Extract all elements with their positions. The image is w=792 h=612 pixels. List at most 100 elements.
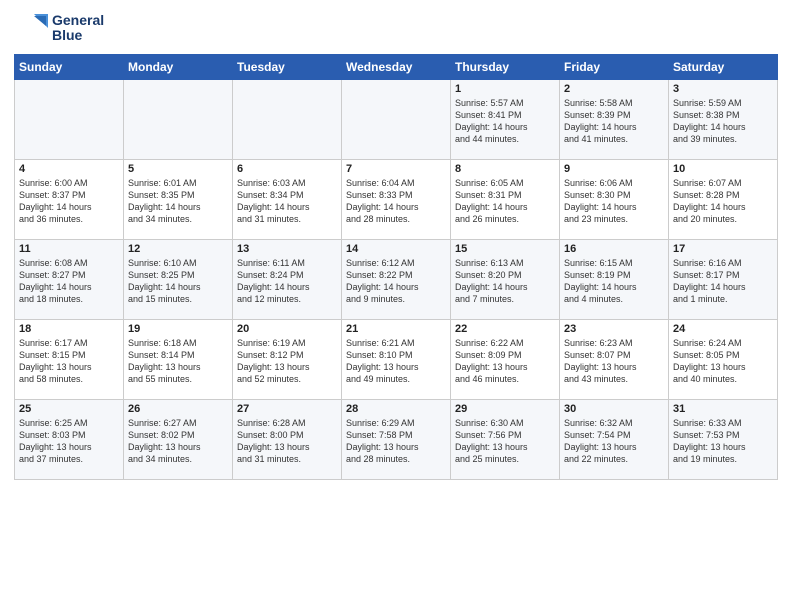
- calendar-cell: 19 Sunrise: 6:18 AM Sunset: 8:14 PM Dayli…: [124, 320, 233, 400]
- day-info: Sunrise: 6:01 AM Sunset: 8:35 PM Dayligh…: [128, 177, 228, 226]
- calendar-cell: 6 Sunrise: 6:03 AM Sunset: 8:34 PM Daylig…: [233, 160, 342, 240]
- day-number: 18: [19, 323, 119, 335]
- week-row-2: 4 Sunrise: 6:00 AM Sunset: 8:37 PM Daylig…: [15, 160, 778, 240]
- calendar-cell: 30 Sunrise: 6:32 AM Sunset: 7:54 PM Dayli…: [560, 400, 669, 480]
- day-info: Sunrise: 5:58 AM Sunset: 8:39 PM Dayligh…: [564, 97, 664, 146]
- calendar-cell: 1Sunrise: 5:57 AM Sunset: 8:41 PM Daylig…: [451, 80, 560, 160]
- calendar-cell: 13Sunrise: 6:11 AM Sunset: 8:24 PM Dayli…: [233, 240, 342, 320]
- calendar-cell: 14Sunrise: 6:12 AM Sunset: 8:22 PM Dayli…: [342, 240, 451, 320]
- calendar-cell: 22Sunrise: 6:22 AM Sunset: 8:09 PM Dayli…: [451, 320, 560, 400]
- calendar-cell: 3 Sunrise: 5:59 AM Sunset: 8:38 PM Daylig…: [669, 80, 778, 160]
- calendar-cell: 17Sunrise: 6:16 AM Sunset: 8:17 PM Dayli…: [669, 240, 778, 320]
- logo: General Blue: [14, 10, 104, 46]
- day-header-friday: Friday: [560, 55, 669, 80]
- week-row-5: 25 Sunrise: 6:25 AM Sunset: 8:03 PM Dayli…: [15, 400, 778, 480]
- day-info: Sunrise: 6:27 AM Sunset: 8:02 PM Dayligh…: [128, 417, 228, 466]
- day-number: 2: [564, 83, 664, 95]
- calendar-cell: 11 Sunrise: 6:08 AM Sunset: 8:27 PM Dayli…: [15, 240, 124, 320]
- day-number: 25: [19, 403, 119, 415]
- day-number: 12: [128, 243, 228, 255]
- day-info: Sunrise: 6:33 AM Sunset: 7:53 PM Dayligh…: [673, 417, 773, 466]
- day-info: Sunrise: 6:04 AM Sunset: 8:33 PM Dayligh…: [346, 177, 446, 226]
- day-number: 6: [237, 163, 337, 175]
- day-info: Sunrise: 6:16 AM Sunset: 8:17 PM Dayligh…: [673, 257, 773, 306]
- calendar-cell: 10 Sunrise: 6:07 AM Sunset: 8:28 PM Dayli…: [669, 160, 778, 240]
- day-info: Sunrise: 6:03 AM Sunset: 8:34 PM Dayligh…: [237, 177, 337, 226]
- calendar-cell: [124, 80, 233, 160]
- day-info: Sunrise: 6:17 AM Sunset: 8:15 PM Dayligh…: [19, 337, 119, 386]
- day-number: 19: [128, 323, 228, 335]
- calendar-cell: 12Sunrise: 6:10 AM Sunset: 8:25 PM Dayli…: [124, 240, 233, 320]
- calendar-cell: 31 Sunrise: 6:33 AM Sunset: 7:53 PM Dayli…: [669, 400, 778, 480]
- calendar-cell: 27Sunrise: 6:28 AM Sunset: 8:00 PM Dayli…: [233, 400, 342, 480]
- header-row: SundayMondayTuesdayWednesdayThursdayFrid…: [15, 55, 778, 80]
- calendar-cell: 23 Sunrise: 6:23 AM Sunset: 8:07 PM Dayli…: [560, 320, 669, 400]
- calendar-cell: 4 Sunrise: 6:00 AM Sunset: 8:37 PM Daylig…: [15, 160, 124, 240]
- day-info: Sunrise: 6:05 AM Sunset: 8:31 PM Dayligh…: [455, 177, 555, 226]
- day-number: 22: [455, 323, 555, 335]
- day-number: 14: [346, 243, 446, 255]
- day-number: 1: [455, 83, 555, 95]
- day-info: Sunrise: 6:29 AM Sunset: 7:58 PM Dayligh…: [346, 417, 446, 466]
- day-number: 13: [237, 243, 337, 255]
- day-number: 7: [346, 163, 446, 175]
- day-info: Sunrise: 6:23 AM Sunset: 8:07 PM Dayligh…: [564, 337, 664, 386]
- calendar-table: SundayMondayTuesdayWednesdayThursdayFrid…: [14, 54, 778, 480]
- calendar-cell: 15Sunrise: 6:13 AM Sunset: 8:20 PM Dayli…: [451, 240, 560, 320]
- main-container: General Blue SundayMondayTuesdayWednesda…: [0, 0, 792, 490]
- day-number: 24: [673, 323, 773, 335]
- day-info: Sunrise: 6:00 AM Sunset: 8:37 PM Dayligh…: [19, 177, 119, 226]
- calendar-cell: 28Sunrise: 6:29 AM Sunset: 7:58 PM Dayli…: [342, 400, 451, 480]
- day-info: Sunrise: 6:25 AM Sunset: 8:03 PM Dayligh…: [19, 417, 119, 466]
- week-row-4: 18 Sunrise: 6:17 AM Sunset: 8:15 PM Dayli…: [15, 320, 778, 400]
- day-number: 29: [455, 403, 555, 415]
- calendar-cell: 24 Sunrise: 6:24 AM Sunset: 8:05 PM Dayli…: [669, 320, 778, 400]
- day-number: 3: [673, 83, 773, 95]
- calendar-cell: 9Sunrise: 6:06 AM Sunset: 8:30 PM Daylig…: [560, 160, 669, 240]
- day-header-wednesday: Wednesday: [342, 55, 451, 80]
- day-info: Sunrise: 6:13 AM Sunset: 8:20 PM Dayligh…: [455, 257, 555, 306]
- day-header-tuesday: Tuesday: [233, 55, 342, 80]
- day-number: 16: [564, 243, 664, 255]
- day-info: Sunrise: 6:06 AM Sunset: 8:30 PM Dayligh…: [564, 177, 664, 226]
- calendar-cell: 20 Sunrise: 6:19 AM Sunset: 8:12 PM Dayli…: [233, 320, 342, 400]
- header: General Blue: [14, 10, 778, 46]
- day-number: 8: [455, 163, 555, 175]
- day-number: 10: [673, 163, 773, 175]
- day-number: 20: [237, 323, 337, 335]
- day-header-sunday: Sunday: [15, 55, 124, 80]
- logo-svg: [14, 10, 50, 46]
- day-info: Sunrise: 6:07 AM Sunset: 8:28 PM Dayligh…: [673, 177, 773, 226]
- day-info: Sunrise: 6:19 AM Sunset: 8:12 PM Dayligh…: [237, 337, 337, 386]
- day-number: 26: [128, 403, 228, 415]
- day-number: 23: [564, 323, 664, 335]
- day-number: 31: [673, 403, 773, 415]
- day-info: Sunrise: 6:08 AM Sunset: 8:27 PM Dayligh…: [19, 257, 119, 306]
- week-row-3: 11 Sunrise: 6:08 AM Sunset: 8:27 PM Dayli…: [15, 240, 778, 320]
- day-info: Sunrise: 6:18 AM Sunset: 8:14 PM Dayligh…: [128, 337, 228, 386]
- calendar-cell: 18 Sunrise: 6:17 AM Sunset: 8:15 PM Dayli…: [15, 320, 124, 400]
- calendar-cell: 26 Sunrise: 6:27 AM Sunset: 8:02 PM Dayli…: [124, 400, 233, 480]
- day-number: 5: [128, 163, 228, 175]
- day-info: Sunrise: 6:30 AM Sunset: 7:56 PM Dayligh…: [455, 417, 555, 466]
- calendar-cell: 7 Sunrise: 6:04 AM Sunset: 8:33 PM Daylig…: [342, 160, 451, 240]
- week-row-1: 1Sunrise: 5:57 AM Sunset: 8:41 PM Daylig…: [15, 80, 778, 160]
- day-info: Sunrise: 6:21 AM Sunset: 8:10 PM Dayligh…: [346, 337, 446, 386]
- logo-blue: Blue: [52, 28, 104, 43]
- calendar-cell: [233, 80, 342, 160]
- day-header-saturday: Saturday: [669, 55, 778, 80]
- day-info: Sunrise: 5:59 AM Sunset: 8:38 PM Dayligh…: [673, 97, 773, 146]
- calendar-cell: 25 Sunrise: 6:25 AM Sunset: 8:03 PM Dayli…: [15, 400, 124, 480]
- day-number: 21: [346, 323, 446, 335]
- calendar-cell: 16 Sunrise: 6:15 AM Sunset: 8:19 PM Dayli…: [560, 240, 669, 320]
- day-info: Sunrise: 6:15 AM Sunset: 8:19 PM Dayligh…: [564, 257, 664, 306]
- day-number: 11: [19, 243, 119, 255]
- day-number: 30: [564, 403, 664, 415]
- day-number: 4: [19, 163, 119, 175]
- calendar-cell: 2 Sunrise: 5:58 AM Sunset: 8:39 PM Daylig…: [560, 80, 669, 160]
- day-info: Sunrise: 6:32 AM Sunset: 7:54 PM Dayligh…: [564, 417, 664, 466]
- calendar-cell: 29 Sunrise: 6:30 AM Sunset: 7:56 PM Dayli…: [451, 400, 560, 480]
- day-header-thursday: Thursday: [451, 55, 560, 80]
- day-info: Sunrise: 6:24 AM Sunset: 8:05 PM Dayligh…: [673, 337, 773, 386]
- logo-general: General: [52, 13, 104, 28]
